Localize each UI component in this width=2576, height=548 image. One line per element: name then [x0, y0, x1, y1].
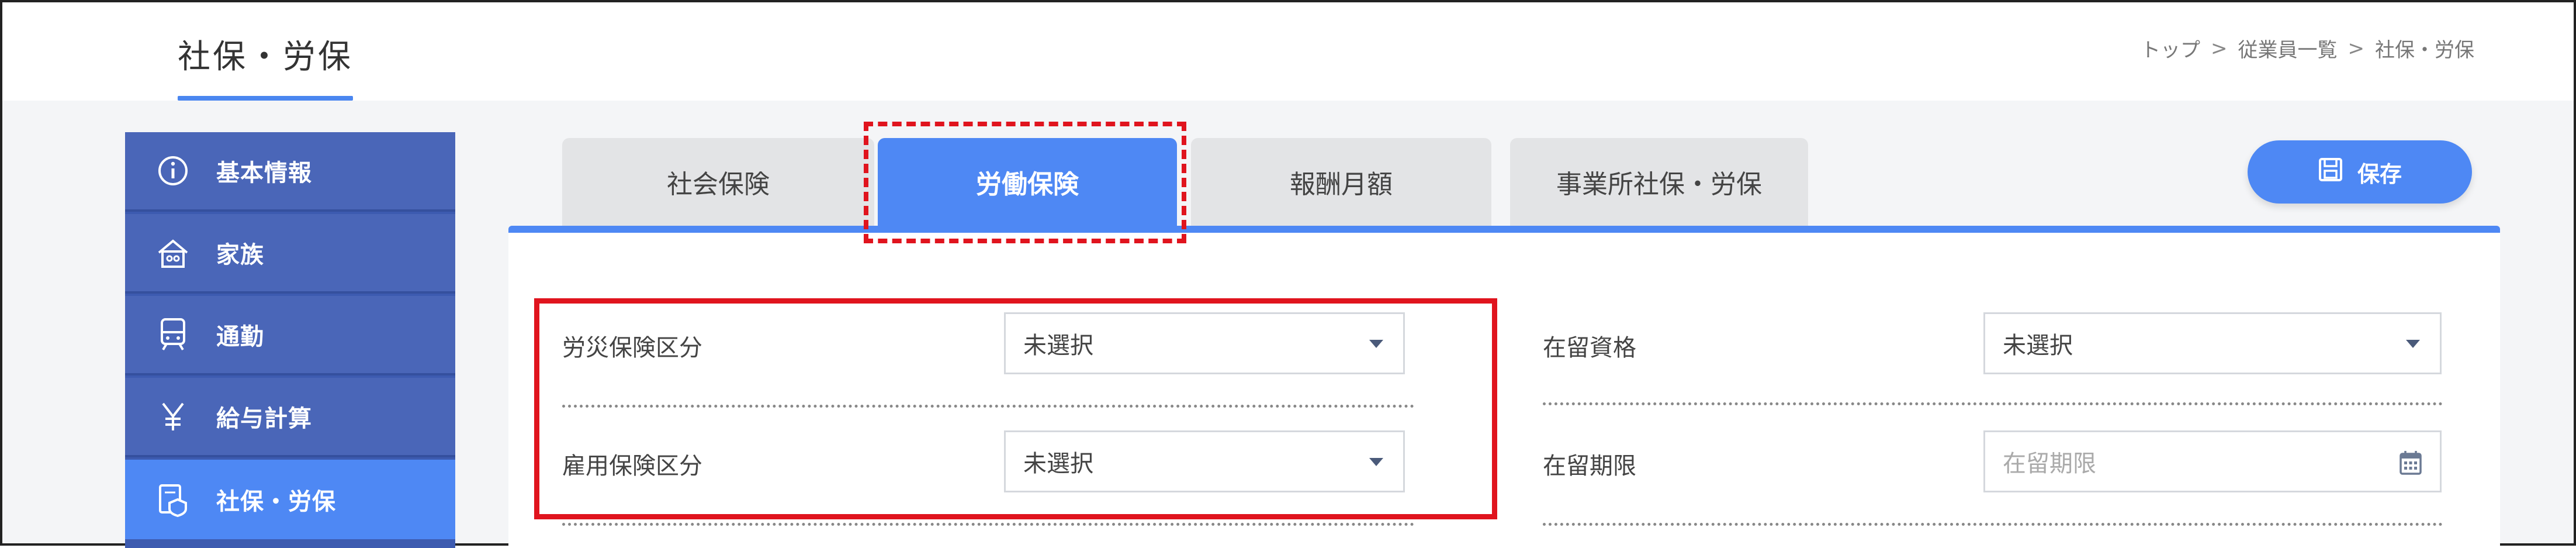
calendar-icon[interactable] — [2399, 450, 2422, 481]
page-title: 社保・労保 — [178, 38, 353, 76]
title-underline — [178, 96, 353, 101]
save-button[interactable]: 保存 — [2248, 140, 2472, 204]
train-icon — [154, 316, 192, 353]
breadcrumb-separator: > — [2211, 36, 2228, 60]
sidebar-item-insurance[interactable]: 社保・労保 — [125, 460, 455, 539]
save-icon — [2318, 157, 2343, 188]
row-divider — [562, 523, 1414, 526]
breadcrumb-separator: > — [2348, 36, 2365, 60]
yen-icon — [154, 398, 192, 435]
chevron-down-icon — [2406, 340, 2420, 348]
breadcrumb-top[interactable]: トップ — [2141, 34, 2200, 63]
sidebar: 基本情報 家族 通勤 給与計算 社保・労保 — [125, 132, 455, 548]
sidebar-item-label: 社保・労保 — [216, 488, 336, 515]
tab-accent-bar — [508, 226, 2500, 233]
row-divider — [1543, 523, 2443, 526]
breadcrumb-employee-list[interactable]: 従業員一覧 — [2238, 34, 2338, 63]
sidebar-item-basic-info[interactable]: 基本情報 — [125, 132, 455, 212]
sidebar-item-payroll[interactable]: 給与計算 — [125, 378, 455, 457]
window-frame: 社保・労保 トップ > 従業員一覧 > 社保・労保 基本情報 家族 通勤 給与計… — [0, 0, 2576, 548]
sidebar-item-label: 家族 — [216, 242, 264, 268]
sidebar-item-family[interactable]: 家族 — [125, 214, 455, 294]
tab-office-insurance[interactable]: 事業所社保・労保 — [1510, 138, 1808, 226]
save-label: 保存 — [2357, 161, 2402, 187]
residence-status-select[interactable]: 未選択 — [1983, 312, 2442, 374]
sidebar-item-label: 給与計算 — [216, 405, 312, 432]
highlight-solid-box — [534, 298, 1497, 519]
tab-monthly-remuneration[interactable]: 報酬月額 — [1191, 138, 1491, 226]
breadcrumb-current: 社保・労保 — [2375, 39, 2474, 62]
highlight-dashed-box — [864, 122, 1186, 243]
info-icon — [154, 152, 192, 189]
select-value: 未選択 — [2003, 332, 2073, 359]
page-header: 社保・労保 トップ > 従業員一覧 > 社保・労保 — [2, 2, 2574, 101]
row-divider — [1543, 402, 2443, 405]
sidebar-item-commute[interactable]: 通勤 — [125, 296, 455, 375]
residence-expiry-date-input[interactable]: 在留期限 — [1983, 430, 2442, 492]
date-placeholder: 在留期限 — [2003, 450, 2096, 477]
breadcrumb: トップ > 従業員一覧 > 社保・労保 — [2141, 34, 2474, 63]
insurance-icon — [154, 481, 192, 518]
house-icon — [154, 234, 192, 271]
tab-social-insurance[interactable]: 社会保険 — [562, 138, 874, 226]
sidebar-item-label: 基本情報 — [216, 160, 312, 187]
field-label-residence-expiry: 在留期限 — [1543, 453, 1636, 480]
field-label-residence-status: 在留資格 — [1543, 335, 1636, 361]
sidebar-item-label: 通勤 — [216, 323, 264, 350]
